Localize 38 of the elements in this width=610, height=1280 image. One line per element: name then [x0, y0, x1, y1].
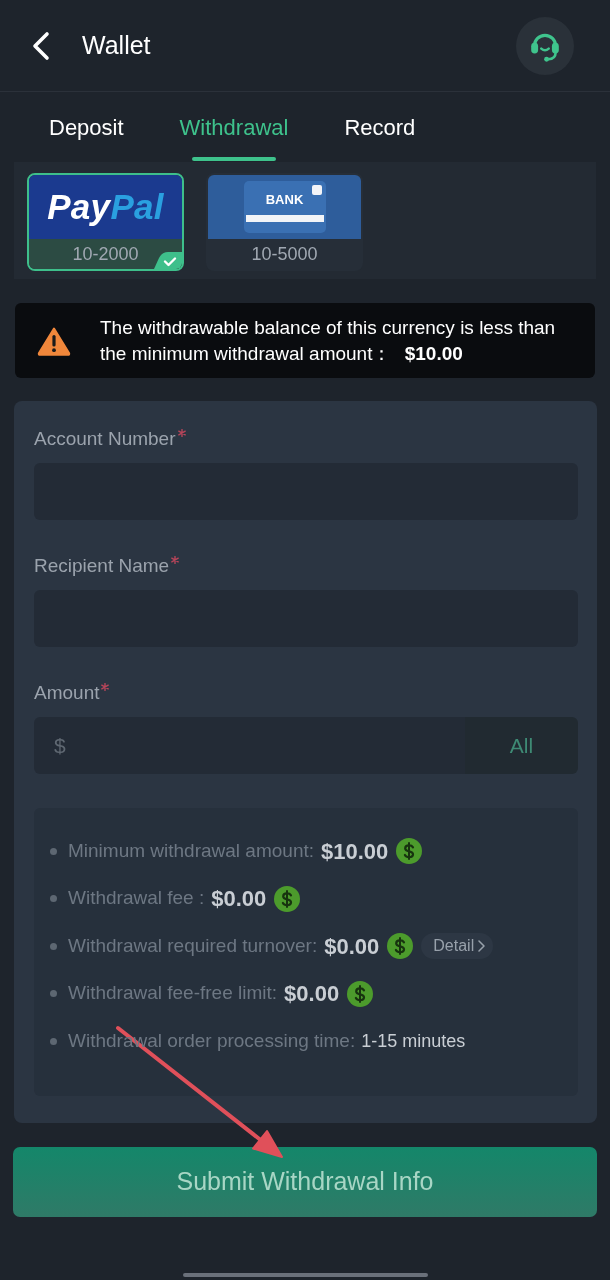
bullet-icon: [50, 847, 57, 855]
detail-button[interactable]: Detail: [421, 933, 494, 959]
warning-message: The withdrawable balance of this currency is less than the minimum withdrawal amount： $10.00: [100, 315, 557, 366]
dollar-coin-icon: [387, 933, 414, 959]
amount-field[interactable]: $: [34, 717, 465, 774]
field-label: Amount: [34, 683, 100, 703]
info-value: $0.00: [284, 980, 340, 1008]
dollar-coin-icon: [396, 838, 423, 864]
info-label: Minimum withdrawal amount:: [68, 838, 315, 863]
back-icon[interactable]: [30, 30, 52, 61]
info-label: Withdrawal fee-free limit:: [68, 981, 278, 1006]
dollar-coin-icon: [274, 885, 301, 912]
field-label: Recipient Name: [34, 556, 170, 576]
bullet-icon: [50, 1037, 57, 1045]
payment-method-card[interactable]: PayPal 10-2000: [27, 173, 184, 271]
bullet-icon: [50, 942, 57, 950]
tab[interactable]: Record: [329, 92, 431, 162]
tab[interactable]: Withdrawal: [164, 92, 304, 162]
method-range: 10-5000: [250, 242, 319, 266]
dollar-coin-icon: [347, 980, 374, 1007]
info-label: Withdrawal fee :: [68, 886, 205, 911]
bank-card-logo: BANK: [243, 181, 326, 233]
payment-method-card[interactable]: BANK 10-5000: [206, 173, 363, 271]
paypal-logo: PayPal: [29, 175, 182, 239]
bullet-icon: [50, 895, 57, 902]
info-value: 1-15 minutes: [361, 1029, 466, 1053]
info-value: $10.00: [321, 837, 389, 866]
check-badge-icon: [154, 249, 182, 269]
tab[interactable]: Deposit: [34, 92, 139, 162]
info-value: $0.00: [324, 932, 380, 961]
field-label: Account Number: [34, 429, 176, 449]
page-title: Wallet: [82, 29, 151, 61]
chevron-right-icon: [478, 940, 486, 952]
all-button[interactable]: All: [465, 717, 578, 774]
warning-icon: [37, 325, 71, 356]
bullet-icon: [50, 990, 57, 997]
info-value: $0.00: [211, 885, 267, 913]
info-label: Withdrawal required turnover:: [68, 933, 318, 958]
